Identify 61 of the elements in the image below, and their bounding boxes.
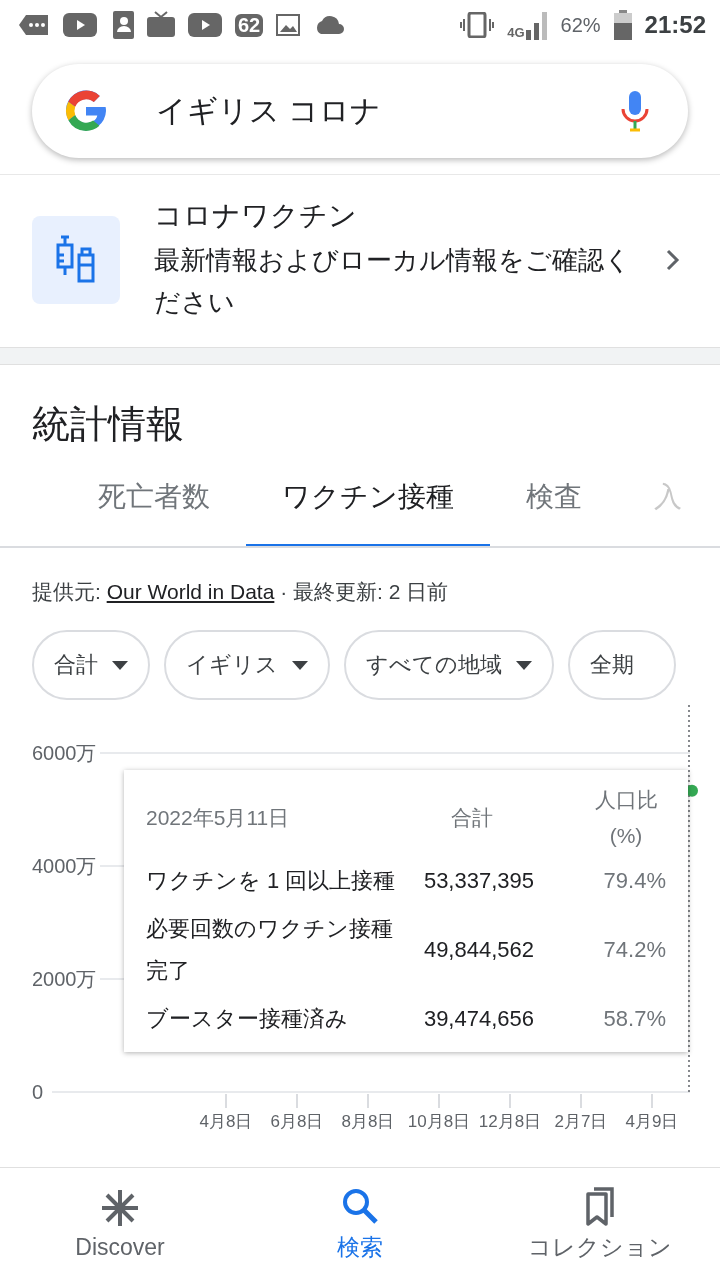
total-value: 39,474,656 [422,1006,535,1032]
x-axis-label: 4月8日 [199,1112,253,1131]
source-text: 提供元: Our World in Data · 最終更新: 2 日前 [32,579,450,605]
tv-icon [147,11,175,39]
nav-tab[interactable]: コレクション [480,1168,720,1280]
row-label: ブースター接種済み [146,1005,349,1033]
x-axis-label: 12月8日 [478,1112,542,1131]
contact-book-icon [110,11,134,39]
stats-tab[interactable]: ワクチン接種 [246,464,490,546]
card-subtitle: 最新情報およびローカル情報をご確認ください [154,244,632,319]
battery-icon [613,10,632,40]
row-label: 必要回数のワクチン接種完了 [146,915,394,985]
tooltip-date: 2022年5月11日 [146,805,291,831]
tag-icon [18,13,50,37]
y-axis-label: 2000万 [32,968,97,990]
vaccine-info-card[interactable]: コロナワクチン 最新情報およびローカル情報をご確認ください [0,175,720,348]
column-header: 合計 [450,805,494,831]
y-axis-label: 0 [32,1081,44,1103]
x-axis-label: 6月8日 [270,1112,324,1131]
x-axis-label: 2月7日 [554,1112,608,1131]
play-icon [63,13,97,37]
row-label: ワクチンを 1 回以上接種 [146,867,397,895]
image-icon [276,14,301,36]
filter-dropdown[interactable]: 全期 [568,630,676,700]
x-axis-label: 4月9日 [625,1112,679,1131]
battery-percent: 62% [560,13,601,37]
x-axis-label: 8月8日 [341,1112,395,1131]
chevron-right-icon [666,249,680,271]
total-value: 49,844,562 [422,937,535,963]
card-title: コロナワクチン [154,199,358,233]
asterisk-icon [100,1187,140,1228]
percent-value: 58.7% [602,1006,666,1032]
total-value: 53,337,395 [422,868,535,894]
stats-tab[interactable]: 検査 [490,464,618,546]
vibrate-icon [460,12,495,38]
y-axis-label: 4000万 [32,855,97,877]
filter-dropdown[interactable]: イギリス [164,630,330,700]
percent-value: 79.4% [602,868,666,894]
microphone-icon[interactable] [620,89,650,133]
column-header: 人口比 (%) [593,787,659,849]
signal-icon [525,10,548,40]
clock: 21:52 [644,11,706,39]
caret-icon [292,660,308,670]
caret-icon [516,660,532,670]
search-text: イギリス コロナ [156,92,383,129]
notification-badge: 62 [235,13,264,37]
nav-tab[interactable]: 検索 [240,1168,480,1280]
network-type: 4G [507,25,525,40]
y-axis-label: 6000万 [32,742,97,764]
play-icon [188,13,222,37]
percent-value: 74.2% [602,937,666,963]
vaccine-syringe-icon [55,235,97,285]
filter-dropdown[interactable]: すべての地域 [344,630,554,700]
caret-icon [112,660,128,670]
search-field[interactable]: イギリス コロナ [32,64,688,158]
nav-tab[interactable]: Discover [0,1168,240,1280]
section-heading: 統計情報 [32,402,185,447]
x-axis-label: 10月8日 [407,1112,471,1131]
filter-dropdown[interactable]: 合計 [32,630,150,700]
stats-tab[interactable]: 死亡者数 [62,464,246,546]
source-link[interactable]: Our World in Data [106,580,275,603]
